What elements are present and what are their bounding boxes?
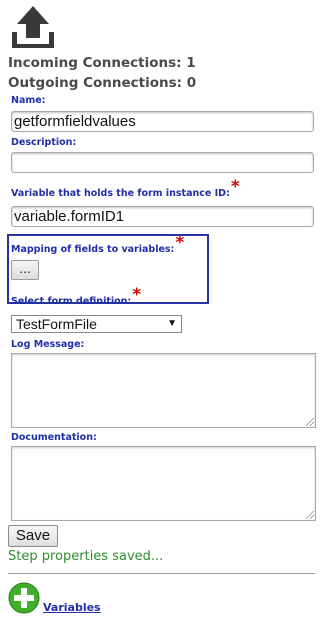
status-message: Step properties saved...: [8, 549, 164, 564]
mapping-browse-button[interactable]: ...: [11, 260, 39, 280]
documentation-label: Documentation:: [11, 432, 97, 443]
chevron-down-icon: ▼: [167, 318, 177, 329]
save-button[interactable]: Save: [8, 525, 58, 547]
required-marker: *: [132, 285, 142, 305]
form-definition-select[interactable]: TestFormFile ▼: [11, 315, 182, 333]
name-label: Name:: [11, 95, 46, 106]
resize-grip-icon[interactable]: [306, 511, 314, 519]
name-input[interactable]: getformfieldvalues: [11, 111, 314, 132]
outgoing-connections: Outgoing Connections: 0: [8, 75, 197, 91]
log-message-label: Log Message:: [11, 339, 85, 350]
description-label: Description:: [11, 137, 77, 148]
form-definition-label: Select form definition:*: [11, 287, 141, 308]
instance-variable-input[interactable]: variable.formID1: [11, 206, 314, 227]
upload-icon[interactable]: [10, 4, 56, 50]
incoming-connections: Incoming Connections: 1: [8, 55, 196, 71]
form-definition-label-text: Select form definition:: [11, 296, 132, 307]
instance-variable-label: Variable that holds the form instance ID…: [11, 179, 240, 200]
divider: [8, 573, 315, 574]
form-definition-selected: TestFormFile: [16, 316, 97, 332]
resize-grip-icon[interactable]: [306, 418, 314, 426]
documentation-textarea[interactable]: [11, 446, 316, 521]
instance-variable-label-text: Variable that holds the form instance ID…: [11, 188, 230, 199]
required-marker: *: [175, 233, 185, 253]
mapping-label-text: Mapping of fields to variables:: [11, 244, 175, 255]
variables-link[interactable]: Variables: [43, 601, 101, 614]
required-marker: *: [230, 177, 240, 197]
add-variable-icon[interactable]: [8, 582, 40, 614]
mapping-label: Mapping of fields to variables:*: [11, 235, 184, 256]
description-input[interactable]: [11, 152, 314, 173]
log-message-textarea[interactable]: [11, 353, 316, 428]
